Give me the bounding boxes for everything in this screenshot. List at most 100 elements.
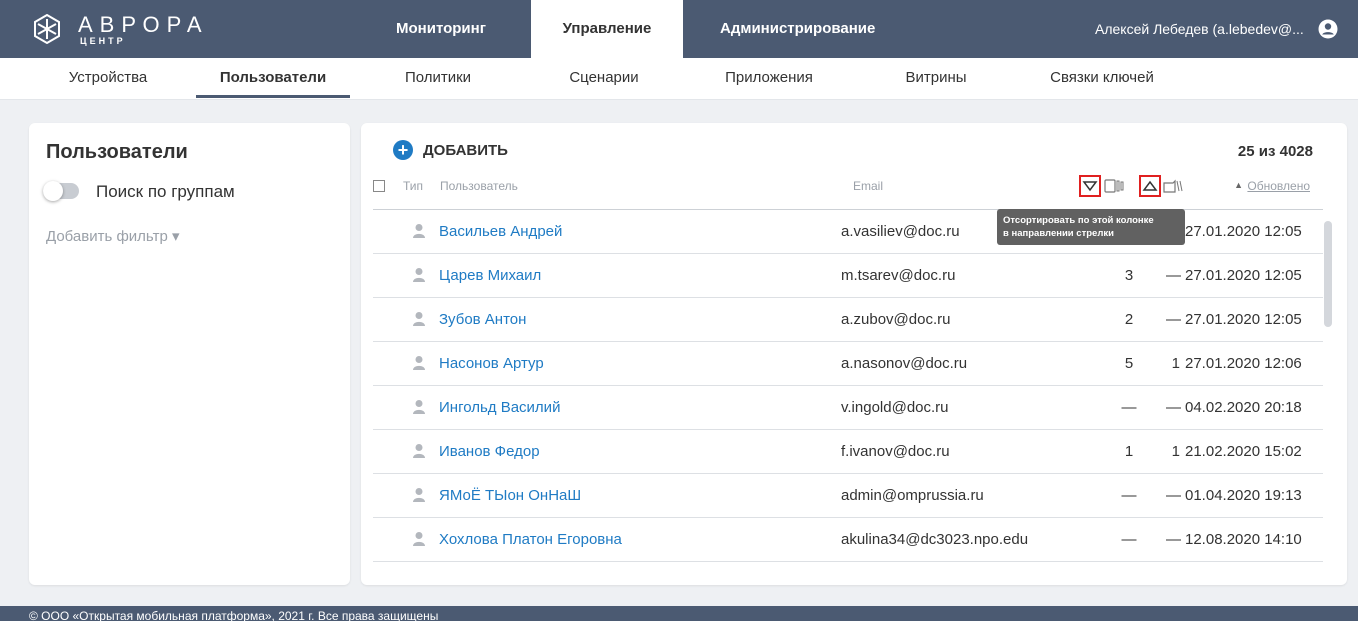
column-header-email[interactable]: Email [853,179,883,193]
tooltip-line-2: в направлении стрелки [1003,228,1114,239]
device-count: — [1121,487,1137,504]
updated-date: 12.08.2020 14:10 [1185,531,1302,548]
select-all-checkbox[interactable] [373,180,385,192]
updated-date: 04.02.2020 20:18 [1185,399,1302,416]
current-user-name[interactable]: Алексей Лебедев (a.lebedev@... [1095,0,1304,58]
logo-subtext: ЦЕНТР [80,36,126,46]
subnav-policies[interactable]: Политики [402,58,474,98]
add-button-label: ДОБАВИТЬ [423,141,508,159]
logo-text: АВРОРА [78,12,209,37]
copyright-text: © ООО «Открытая мобильная платформа», 20… [29,609,439,621]
table-row[interactable]: ЯМоЁ ТЫон ОнНаШ admin@omprussia.ru — — 0… [373,474,1323,518]
user-email: a.zubov@doc.ru [841,311,951,328]
user-name-link[interactable]: Зубов Антон [439,311,526,328]
keychain-count: — [1166,487,1181,504]
tab-monitoring[interactable]: Мониторинг [396,0,486,58]
tab-management[interactable]: Управление [531,0,683,58]
results-count: 25 из 4028 [1237,143,1313,160]
user-icon [413,268,425,282]
subnav-scenarios[interactable]: Сценарии [566,58,642,98]
table-row[interactable]: Иванов Федор f.ivanov@doc.ru 1 1 21.02.2… [373,430,1323,474]
table-row[interactable]: Хохлова Платон Егоровна akulina34@dc3023… [373,518,1323,562]
subnav-applications[interactable]: Приложения [721,58,817,98]
user-name-link[interactable]: Хохлова Платон Егоровна [439,531,622,548]
triangle-down-icon [1082,181,1098,192]
app-logo[interactable]: АВРОРА ЦЕНТР [28,8,228,50]
top-bar: АВРОРА ЦЕНТР Мониторинг Управление Админ… [0,0,1358,58]
keychain-count: 1 [1171,355,1180,372]
table-row[interactable]: Царев Михаил m.tsarev@doc.ru 3 — 27.01.2… [373,254,1323,298]
account-icon[interactable] [1318,19,1338,39]
sort-ascending-icon: ▲ [1234,180,1243,190]
table-row[interactable]: Зубов Антон a.zubov@doc.ru 2 — 27.01.202… [373,298,1323,342]
keychain-icon [1163,179,1183,193]
plus-icon: + [393,140,413,160]
user-name-link[interactable]: Иванов Федор [439,443,540,460]
keychain-count: — [1166,311,1181,328]
subnav-keychains[interactable]: Связки ключей [1044,58,1160,98]
user-name-link[interactable]: Васильев Андрей [439,223,562,240]
keychain-count: — [1166,399,1181,416]
user-icon [413,312,425,326]
user-email: admin@omprussia.ru [841,487,984,504]
user-email: a.vasiliev@doc.ru [841,223,960,240]
updated-date: 27.01.2020 12:05 [1185,223,1302,240]
tab-administration[interactable]: Администрирование [720,0,875,58]
user-name-link[interactable]: Насонов Артур [439,355,544,372]
updated-date: 27.01.2020 12:05 [1185,311,1302,328]
aurora-logo-icon [34,14,60,44]
device-count: 2 [1124,311,1134,328]
updated-date: 21.02.2020 15:02 [1185,443,1302,460]
footer: © ООО «Открытая мобильная платформа», 20… [0,606,1358,621]
add-filter-dropdown[interactable]: Добавить фильтр ▾ [46,227,179,245]
keychain-count: — [1166,267,1181,284]
updated-date: 01.04.2020 19:13 [1185,487,1302,504]
device-count: 5 [1124,355,1134,372]
user-icon [413,356,425,370]
group-search-toggle[interactable] [43,181,79,201]
panel-title: Пользователи [46,141,188,163]
device-icon [1104,179,1124,193]
sort-devices-button[interactable] [1079,175,1101,197]
table-row[interactable]: Насонов Артур a.nasonov@doc.ru 5 1 27.01… [373,342,1323,386]
device-count: — [1121,399,1137,416]
table-scrollbar[interactable] [1324,221,1332,327]
subnav-users[interactable]: Пользователи [196,58,350,98]
user-name-link[interactable]: Царев Михаил [439,267,541,284]
keychain-count: — [1166,531,1181,548]
toggle-knob [43,181,63,201]
column-header-updated[interactable]: Обновлено [1247,179,1310,193]
device-count: 3 [1124,267,1134,284]
user-icon [413,488,425,502]
user-icon [413,400,425,414]
updated-date: 27.01.2020 12:06 [1185,355,1302,372]
tooltip-line-1: Отсортировать по этой колонке [1003,215,1154,226]
group-search-label: Поиск по группам [96,182,235,201]
user-email: akulina34@dc3023.npo.edu [841,531,1029,548]
add-user-button[interactable]: + ДОБАВИТЬ [393,139,508,161]
user-name-link[interactable]: Ингольд Василий [439,399,560,416]
updated-date: 27.01.2020 12:05 [1185,267,1302,284]
triangle-up-icon [1142,180,1158,191]
user-icon [413,224,425,238]
sub-navigation: Устройства Пользователи Политики Сценари… [0,58,1358,100]
table-row[interactable]: Ингольд Василий v.ingold@doc.ru — — 04.0… [373,386,1323,430]
user-icon [413,532,425,546]
sort-tooltip: Отсортировать по этой колонке в направле… [997,209,1185,245]
users-table-panel: + ДОБАВИТЬ 25 из 4028 Тип Пользователь E… [361,123,1347,585]
user-email: m.tsarev@doc.ru [841,267,956,284]
user-email: f.ivanov@doc.ru [841,443,950,460]
user-email: a.nasonov@doc.ru [841,355,968,372]
filter-panel: Пользователи Поиск по группам Добавить ф… [29,123,350,585]
device-count: 1 [1124,443,1134,460]
column-header-type[interactable]: Тип [403,179,423,193]
column-header-user[interactable]: Пользователь [440,179,518,193]
user-name-link[interactable]: ЯМоЁ ТЫон ОнНаШ [439,487,581,504]
device-count: — [1121,531,1137,548]
subnav-showcases[interactable]: Витрины [904,58,968,98]
user-icon [413,444,425,458]
user-email: v.ingold@doc.ru [841,399,949,416]
sort-keys-button[interactable] [1139,175,1161,197]
subnav-devices[interactable]: Устройства [64,58,152,98]
keychain-count: 1 [1171,443,1180,460]
